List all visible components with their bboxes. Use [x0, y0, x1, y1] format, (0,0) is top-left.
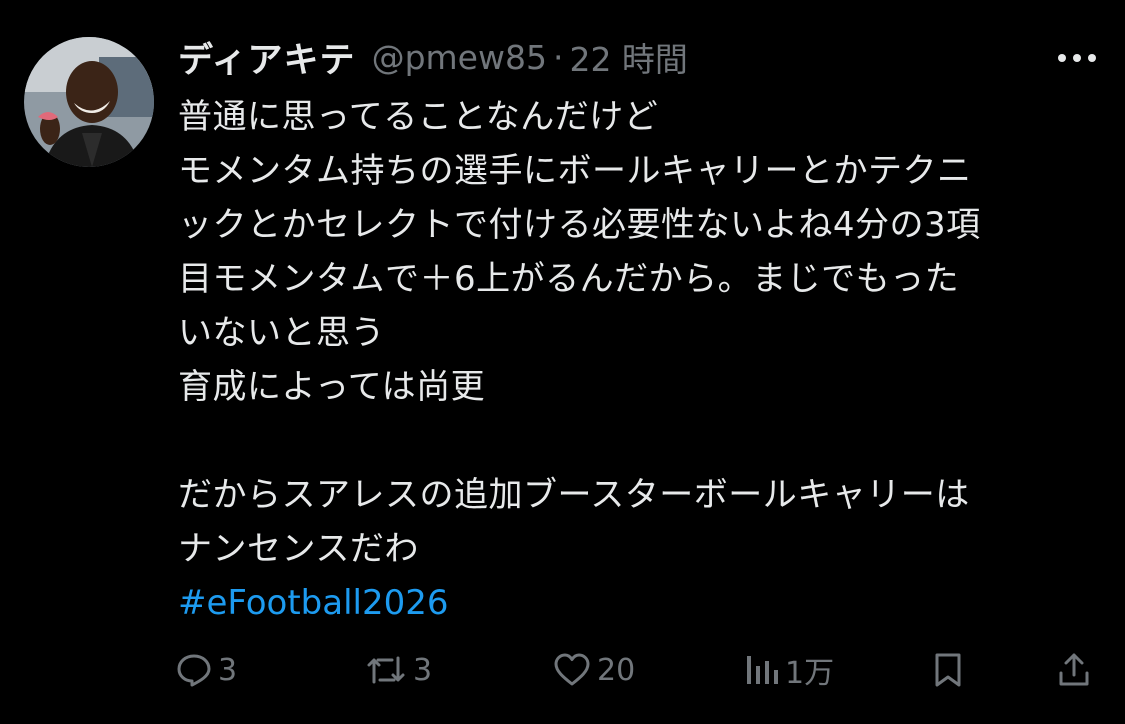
- tweet: ディアキテ @pmew85 · 22 時間 普通に思ってることなんだけど モメン…: [0, 0, 1125, 724]
- reply-icon: [177, 654, 211, 687]
- views-button[interactable]: 1万: [743, 640, 834, 700]
- like-button[interactable]: 20: [553, 640, 635, 700]
- more-icon: [1058, 54, 1096, 62]
- share-icon: [1059, 653, 1089, 686]
- avatar-image: [24, 37, 154, 167]
- share-button[interactable]: [1056, 640, 1092, 700]
- tweet-text-line: 育成によっては尚更: [178, 367, 486, 407]
- action-bar: 3 3 20 1万: [0, 640, 1125, 700]
- bookmark-icon: [935, 653, 961, 687]
- views-count: 1万: [785, 656, 835, 691]
- tweet-text-line: ックとかセレクトで付ける必要性ないよね4分の3項: [178, 205, 981, 245]
- timestamp[interactable]: 22 時間: [569, 33, 687, 81]
- views-icon: [747, 656, 778, 684]
- retweet-button[interactable]: 3: [365, 640, 432, 700]
- retweet-icon: [367, 656, 405, 684]
- tweet-text-line: 普通に思ってることなんだけど: [178, 97, 659, 137]
- heart-icon: [554, 653, 590, 686]
- bookmark-button[interactable]: [930, 640, 966, 700]
- tweet-body: 普通に思ってることなんだけど モメンタム持ちの選手にボールキャリーとかテクニ ッ…: [178, 90, 1108, 630]
- display-name[interactable]: ディアキテ: [178, 32, 356, 83]
- tweet-text-line: だからスアレスの追加ブースターボールキャリーは: [178, 475, 970, 515]
- tweet-text-line: ナンセンスだわ: [178, 529, 419, 569]
- tweet-text-line: 目モメンタムで＋6上がるんだから。まじでもった: [178, 259, 960, 299]
- retweet-count: 3: [413, 652, 433, 688]
- like-count: 20: [597, 652, 636, 688]
- reply-button[interactable]: 3: [176, 640, 237, 700]
- user-handle[interactable]: @pmew85: [372, 38, 547, 77]
- tweet-text-line: モメンタム持ちの選手にボールキャリーとかテクニ: [178, 151, 972, 191]
- reply-count: 3: [218, 652, 238, 688]
- separator-dot: ·: [552, 37, 564, 77]
- tweet-text-line: いないと思う: [178, 313, 385, 353]
- avatar[interactable]: [24, 37, 154, 167]
- more-options-button[interactable]: [1052, 40, 1102, 76]
- hashtag-link[interactable]: #eFootball2026: [178, 576, 1108, 630]
- tweet-header: ディアキテ @pmew85 · 22 時間: [178, 32, 688, 82]
